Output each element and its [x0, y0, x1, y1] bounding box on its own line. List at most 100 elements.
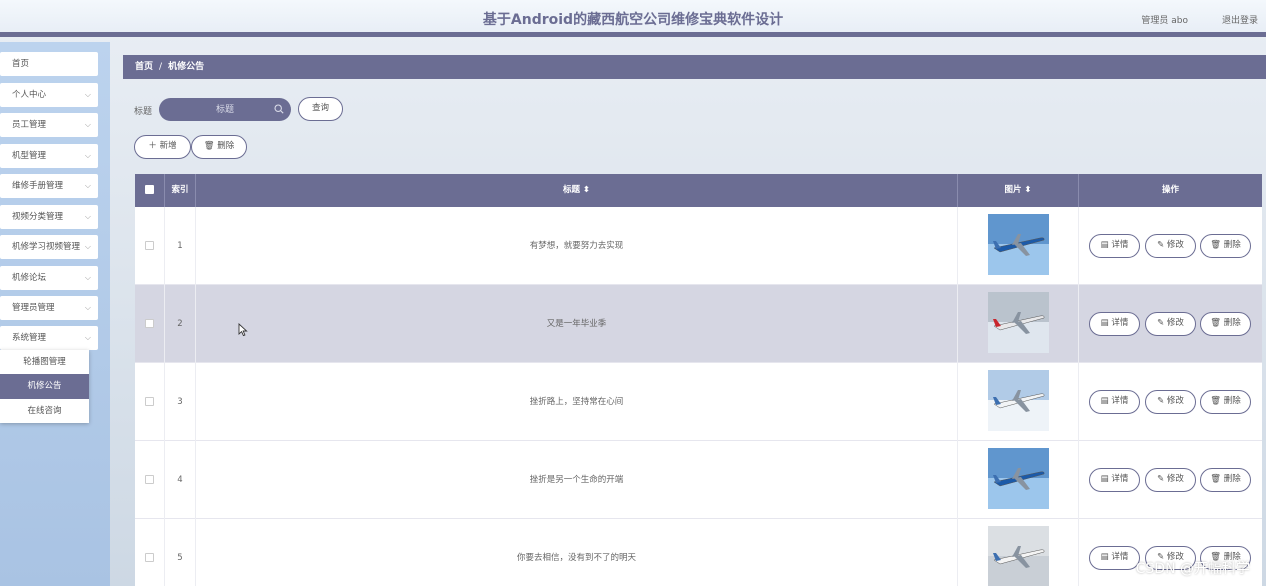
- delete-button[interactable]: 🗑 删除: [1200, 234, 1251, 258]
- edit-button[interactable]: ✎ 修改: [1145, 468, 1196, 492]
- row-checkbox[interactable]: [145, 553, 154, 562]
- query-button[interactable]: 查询: [298, 97, 343, 121]
- chevron-down-icon: ⌵: [84, 212, 91, 221]
- mouse-cursor-icon: [238, 323, 248, 337]
- detail-button[interactable]: ▤ 详情: [1089, 390, 1140, 414]
- row-ops-cell: ▤ 详情 ✎ 修改 🗑 删除: [1079, 441, 1262, 519]
- top-header: 基于Android的藏西航空公司维修宝典软件设计 管理员 abo 退出登录: [0, 0, 1266, 37]
- document-icon: ▤: [1100, 552, 1109, 562]
- select-all-checkbox[interactable]: [145, 185, 154, 194]
- detail-button[interactable]: ▤ 详情: [1089, 234, 1140, 258]
- edit-button[interactable]: ✎ 修改: [1145, 234, 1196, 258]
- delete-label: 删除: [1223, 474, 1241, 484]
- chevron-up-icon: ⌵: [84, 333, 91, 342]
- sidebar-item-label: 机修学习视频管理: [12, 242, 81, 252]
- chevron-down-icon: ⌵: [84, 151, 91, 160]
- detail-button[interactable]: ▤ 详情: [1089, 468, 1140, 492]
- detail-button[interactable]: ▤ 详情: [1089, 312, 1140, 336]
- row-ops-cell: ▤ 详情 ✎ 修改 🗑 删除: [1079, 363, 1262, 441]
- pencil-icon: ✎: [1157, 318, 1165, 328]
- delete-button-label: 删除: [217, 141, 235, 151]
- row-select-cell: [135, 363, 165, 441]
- sidebar-item-manuals[interactable]: 维修手册管理 ⌵: [0, 174, 98, 198]
- sidebar: 首页 个人中心 ⌵ 员工管理 ⌵ 机型管理 ⌵ 维修手册管理 ⌵ 视频分类管理 ⌵ 机修学…: [0, 42, 110, 586]
- table-row: 5 你要去相信，没有到不了的明天 ▤ 详情 ✎ 修改 🗑 删除: [135, 519, 1262, 586]
- table-header: 索引 标题 ⬍ 图片 ⬍ 操作: [135, 174, 1262, 207]
- breadcrumb-current: 机修公告: [168, 62, 205, 72]
- edit-button[interactable]: ✎ 修改: [1145, 312, 1196, 336]
- row-image-cell: [958, 285, 1079, 363]
- row-checkbox[interactable]: [145, 241, 154, 250]
- detail-button[interactable]: ▤ 详情: [1089, 546, 1140, 570]
- row-image-cell: [958, 519, 1079, 586]
- sidebar-item-admins[interactable]: 管理员管理 ⌵: [0, 296, 98, 320]
- header-title[interactable]: 标题 ⬍: [196, 174, 958, 207]
- trash-icon: 🗑: [1210, 240, 1222, 250]
- airliner-blue-icon[interactable]: [988, 448, 1049, 509]
- document-icon: ▤: [1100, 474, 1109, 484]
- sidebar-item-learning-videos[interactable]: 机修学习视频管理 ⌵: [0, 235, 98, 259]
- row-index: 4: [165, 441, 196, 519]
- delete-button[interactable]: 🗑 删除: [1200, 390, 1251, 414]
- sidebar-item-home[interactable]: 首页: [0, 52, 98, 76]
- table-row: 3 挫折路上，坚持常在心间 ▤ 详情 ✎ 修改 🗑 删除: [135, 363, 1262, 441]
- search-input[interactable]: [159, 98, 291, 121]
- submenu-item-consult[interactable]: 在线咨询: [0, 399, 89, 423]
- detail-label: 详情: [1111, 474, 1129, 484]
- system-submenu: 轮播图管理 机修公告 在线咨询: [0, 350, 89, 423]
- current-user-label: 管理员 abo: [1141, 16, 1188, 26]
- detail-label: 详情: [1111, 318, 1129, 328]
- search-box: [159, 98, 291, 121]
- airliner-grey-icon[interactable]: [988, 526, 1049, 586]
- add-button-label: 新增: [159, 141, 177, 151]
- logout-link[interactable]: 退出登录: [1222, 13, 1258, 26]
- detail-label: 详情: [1111, 240, 1129, 250]
- header-image-label: 图片: [1004, 185, 1022, 195]
- submenu-item-notices[interactable]: 机修公告: [0, 374, 89, 399]
- sidebar-item-label: 视频分类管理: [12, 212, 64, 222]
- sidebar-item-label: 机型管理: [12, 151, 47, 161]
- sidebar-item-system[interactable]: 系统管理 ⌵: [0, 326, 98, 350]
- table-row: 2 又是一年毕业季 ▤ 详情 ✎ 修改 🗑 删除: [135, 285, 1262, 363]
- trash-icon: 🗑: [1210, 474, 1222, 484]
- pencil-icon: ✎: [1157, 240, 1165, 250]
- document-icon: ▤: [1100, 396, 1109, 406]
- document-icon: ▤: [1100, 240, 1109, 250]
- breadcrumb-separator: /: [159, 62, 163, 72]
- breadcrumb-home[interactable]: 首页: [135, 62, 153, 72]
- watermark: CSDN @开幅科学: [1135, 561, 1250, 577]
- edit-label: 修改: [1166, 240, 1184, 250]
- row-select-cell: [135, 285, 165, 363]
- row-checkbox[interactable]: [145, 397, 154, 406]
- row-checkbox[interactable]: [145, 475, 154, 484]
- header-image[interactable]: 图片 ⬍: [958, 174, 1079, 207]
- document-icon: ▤: [1100, 318, 1109, 328]
- row-checkbox[interactable]: [145, 319, 154, 328]
- row-index: 3: [165, 363, 196, 441]
- add-button[interactable]: ＋ 新增: [134, 135, 191, 159]
- pencil-icon: ✎: [1157, 474, 1165, 484]
- trash-icon: 🗑: [1210, 396, 1222, 406]
- airliner-white-red-icon[interactable]: [988, 292, 1049, 353]
- airliner-clouds-icon[interactable]: [988, 370, 1049, 431]
- edit-label: 修改: [1166, 396, 1184, 406]
- row-title: 你要去相信，没有到不了的明天: [196, 519, 958, 586]
- detail-label: 详情: [1111, 552, 1129, 562]
- table-row: 1 有梦想，就要努力去实现 ▤ 详情 ✎ 修改 🗑 删除: [135, 207, 1262, 285]
- sidebar-item-video-categories[interactable]: 视频分类管理 ⌵: [0, 205, 98, 229]
- sidebar-item-personal-center[interactable]: 个人中心 ⌵: [0, 83, 98, 107]
- sidebar-item-label: 维修手册管理: [12, 181, 64, 191]
- edit-button[interactable]: ✎ 修改: [1145, 390, 1196, 414]
- batch-delete-button[interactable]: 🗑 删除: [191, 135, 247, 159]
- submenu-item-carousel[interactable]: 轮播图管理: [0, 350, 89, 374]
- sidebar-item-staff[interactable]: 员工管理 ⌵: [0, 113, 98, 137]
- row-image-cell: [958, 441, 1079, 519]
- delete-button[interactable]: 🗑 删除: [1200, 312, 1251, 336]
- sidebar-item-models[interactable]: 机型管理 ⌵: [0, 144, 98, 168]
- delete-button[interactable]: 🗑 删除: [1200, 468, 1251, 492]
- airliner-blue-icon[interactable]: [988, 214, 1049, 275]
- chevron-down-icon: ⌵: [84, 120, 91, 129]
- sidebar-item-forum[interactable]: 机修论坛 ⌵: [0, 266, 98, 290]
- trash-icon: 🗑: [1210, 318, 1222, 328]
- row-index: 1: [165, 207, 196, 285]
